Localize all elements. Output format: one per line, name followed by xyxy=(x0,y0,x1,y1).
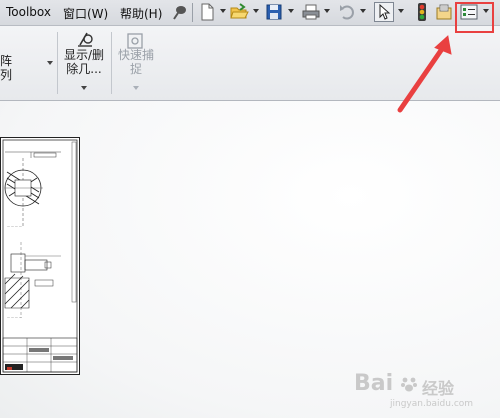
quick-snap-dropdown-icon[interactable] xyxy=(133,86,139,90)
watermark-domain: jingyan.baidu.com xyxy=(390,399,474,409)
menu-window[interactable]: 窗口(W) xyxy=(63,5,108,22)
linear-pattern-label[interactable]: 阵列 xyxy=(0,54,22,82)
file-properties-icon[interactable] xyxy=(434,2,454,22)
menu-bar: Toolbox 窗口(W) 帮助(H) xyxy=(0,0,500,26)
menu-help[interactable]: 帮助(H) xyxy=(120,5,162,22)
ribbon-separator xyxy=(57,32,58,94)
open-dropdown-icon[interactable] xyxy=(253,9,259,13)
undo-dropdown-icon[interactable] xyxy=(360,9,366,13)
drawing-sheet-content: — — — — — — — — xyxy=(2,139,78,373)
rebuild-traffic-light-icon[interactable] xyxy=(412,2,432,22)
new-document-icon[interactable] xyxy=(197,2,217,22)
select-dropdown-icon[interactable] xyxy=(398,9,404,13)
quick-snap-label-line2[interactable]: 捉 xyxy=(114,62,158,76)
save-dropdown-icon[interactable] xyxy=(288,9,294,13)
svg-text:— — — —: — — — — xyxy=(7,224,22,228)
drawing-sheet[interactable]: — — — — — — — — xyxy=(0,137,80,375)
show-delete-dropdown-icon[interactable] xyxy=(81,86,87,90)
options-highlight-box xyxy=(455,2,494,33)
paw-icon xyxy=(400,375,418,393)
svg-text:— — — —: — — — — xyxy=(7,315,22,319)
show-delete-relations-icon[interactable] xyxy=(76,30,94,48)
select-cursor-icon[interactable] xyxy=(374,2,394,22)
quick-snap-label-line1[interactable]: 快速捕 xyxy=(114,48,158,62)
menu-toolbox[interactable]: Toolbox xyxy=(6,5,51,19)
show-delete-relations-label-line1[interactable]: 显示/删 xyxy=(62,48,106,62)
undo-icon[interactable] xyxy=(337,2,357,22)
show-delete-relations-label-line2[interactable]: 除几... xyxy=(62,62,106,76)
pattern-dropdown-icon[interactable] xyxy=(47,61,53,65)
watermark-brand-cn: 经验 xyxy=(422,379,455,398)
ribbon-separator xyxy=(111,32,112,94)
pin-icon[interactable] xyxy=(170,2,190,22)
baidu-jingyan-watermark: Bai 经验 jingyan.baidu.com xyxy=(350,371,498,413)
watermark-brand: Bai xyxy=(354,371,394,396)
print-icon[interactable] xyxy=(301,2,321,22)
toolbar-separator xyxy=(192,3,193,22)
new-dropdown-icon[interactable] xyxy=(220,9,226,13)
save-icon[interactable] xyxy=(264,2,284,22)
open-folder-icon[interactable] xyxy=(229,2,249,22)
print-dropdown-icon[interactable] xyxy=(324,9,330,13)
annotation-arrow xyxy=(397,35,452,113)
